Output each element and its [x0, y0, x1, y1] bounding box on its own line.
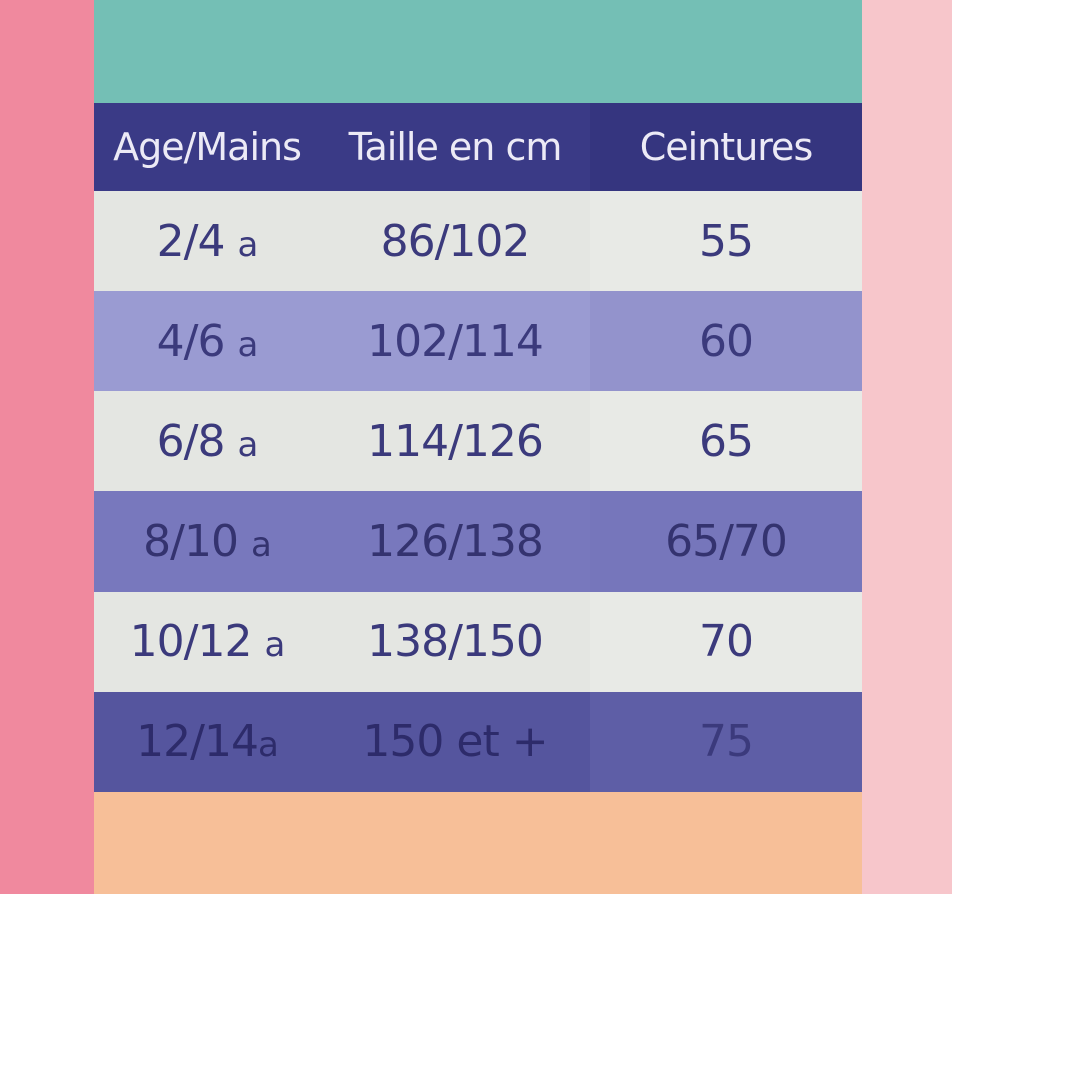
cell-taille: 102/114 [320, 291, 590, 392]
cell-age: 4/6 a [94, 291, 320, 392]
cell-taille: 126/138 [320, 491, 590, 592]
cell-age: 6/8 a [94, 391, 320, 492]
cell-age: 10/12 a [94, 591, 320, 692]
header-age: Age/Mains [94, 103, 320, 191]
cell-taille: 138/150 [320, 591, 590, 692]
cell-ceinture: 70 [590, 591, 862, 692]
cell-taille: 114/126 [320, 391, 590, 492]
table-row: 12/14a 150 et + 75 [94, 691, 862, 792]
header-ceintures: Ceintures [590, 103, 862, 191]
table-row: 6/8 a 114/126 65 [94, 391, 862, 492]
cell-ceinture: 65 [590, 391, 862, 492]
cell-ceinture: 60 [590, 291, 862, 392]
cell-age: 12/14a [94, 691, 320, 792]
table-row: 4/6 a 102/114 60 [94, 291, 862, 392]
cell-taille: 86/102 [320, 191, 590, 292]
size-table: Age/Mains Taille en cm Ceintures 2/4 a 8… [94, 103, 862, 792]
left-color-band [0, 0, 94, 894]
table-row: 10/12 a 138/150 70 [94, 591, 862, 692]
cell-ceinture: 75 [590, 691, 862, 792]
header-taille: Taille en cm [320, 103, 590, 191]
cell-age: 2/4 a [94, 191, 320, 292]
cell-ceinture: 65/70 [590, 491, 862, 592]
cell-taille: 150 et + [320, 691, 590, 792]
header-row: Age/Mains Taille en cm Ceintures [94, 103, 862, 191]
right-color-band [862, 0, 952, 894]
bottom-color-band [94, 792, 862, 894]
table-row: 2/4 a 86/102 55 [94, 191, 862, 292]
canvas: Age/Mains Taille en cm Ceintures 2/4 a 8… [0, 0, 1080, 1080]
size-chart-photo: Age/Mains Taille en cm Ceintures 2/4 a 8… [94, 103, 862, 792]
cell-ceinture: 55 [590, 191, 862, 292]
table-row: 8/10 a 126/138 65/70 [94, 491, 862, 592]
top-color-band [94, 0, 862, 103]
cell-age: 8/10 a [94, 491, 320, 592]
